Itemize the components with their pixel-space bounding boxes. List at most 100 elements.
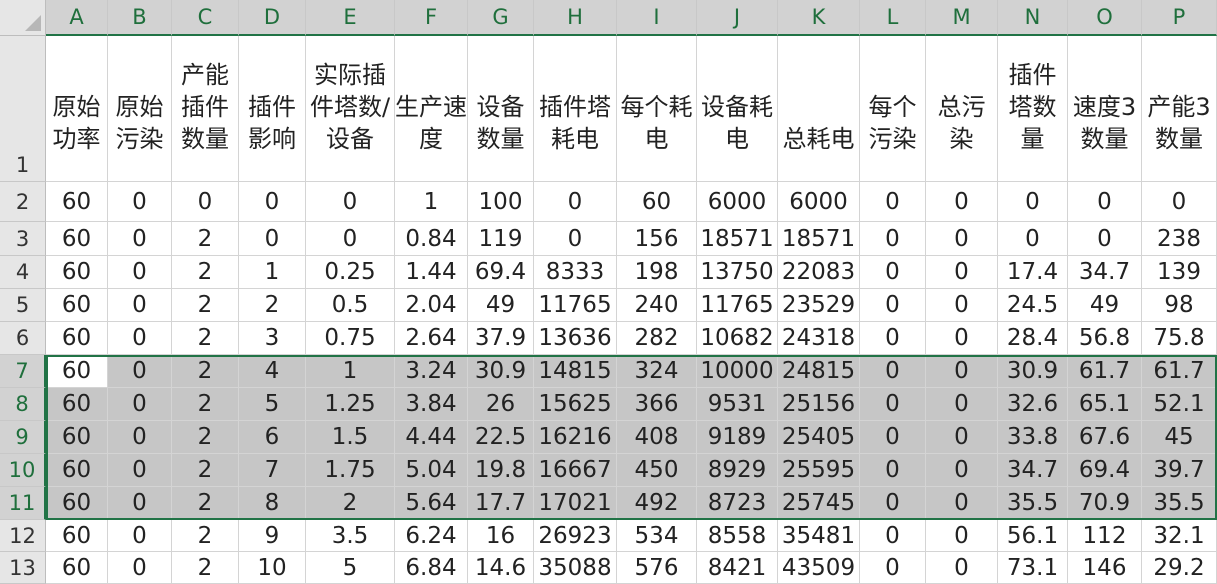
cell-b13[interactable]: 0: [108, 552, 172, 584]
cell-l12[interactable]: 0: [860, 520, 926, 552]
column-header-g[interactable]: G: [468, 0, 534, 36]
header-cell-e1[interactable]: 实际插件塔数/设备: [306, 36, 395, 182]
cell-a8[interactable]: 60: [46, 388, 108, 421]
cell-d11[interactable]: 8: [239, 487, 306, 520]
cell-a5[interactable]: 60: [46, 289, 108, 322]
cell-p10[interactable]: 39.7: [1142, 454, 1217, 487]
cell-j12[interactable]: 8558: [697, 520, 778, 552]
cell-a11[interactable]: 60: [46, 487, 108, 520]
cell-a13[interactable]: 60: [46, 552, 108, 584]
row-header-13[interactable]: 13: [0, 552, 46, 584]
row-header-9[interactable]: 9: [0, 421, 46, 454]
column-header-k[interactable]: K: [778, 0, 860, 36]
cell-l10[interactable]: 0: [860, 454, 926, 487]
cell-c12[interactable]: 2: [172, 520, 239, 552]
cell-k13[interactable]: 43509: [778, 552, 860, 584]
cell-n7[interactable]: 30.9: [998, 355, 1068, 388]
cell-p8[interactable]: 52.1: [1142, 388, 1217, 421]
cell-o8[interactable]: 65.1: [1068, 388, 1142, 421]
cell-n8[interactable]: 32.6: [998, 388, 1068, 421]
cell-c3[interactable]: 2: [172, 222, 239, 256]
cell-k12[interactable]: 35481: [778, 520, 860, 552]
cell-h5[interactable]: 11765: [534, 289, 617, 322]
header-cell-l1[interactable]: 每个污染: [860, 36, 926, 182]
row-header-4[interactable]: 4: [0, 256, 46, 289]
cell-o5[interactable]: 49: [1068, 289, 1142, 322]
header-cell-j1[interactable]: 设备耗电: [697, 36, 778, 182]
header-cell-g1[interactable]: 设备数量: [468, 36, 534, 182]
header-cell-d1[interactable]: 插件影响: [239, 36, 306, 182]
cell-g3[interactable]: 119: [468, 222, 534, 256]
cell-c9[interactable]: 2: [172, 421, 239, 454]
cell-h9[interactable]: 16216: [534, 421, 617, 454]
row-header-2[interactable]: 2: [0, 182, 46, 222]
header-cell-a1[interactable]: 原始功率: [46, 36, 108, 182]
cell-l11[interactable]: 0: [860, 487, 926, 520]
cell-k9[interactable]: 25405: [778, 421, 860, 454]
cell-m11[interactable]: 0: [926, 487, 998, 520]
cell-i7[interactable]: 324: [617, 355, 697, 388]
cell-m9[interactable]: 0: [926, 421, 998, 454]
cell-b6[interactable]: 0: [108, 322, 172, 355]
cell-d7[interactable]: 4: [239, 355, 306, 388]
cell-d4[interactable]: 1: [239, 256, 306, 289]
cell-n11[interactable]: 35.5: [998, 487, 1068, 520]
cell-e8[interactable]: 1.25: [306, 388, 395, 421]
cell-h7[interactable]: 14815: [534, 355, 617, 388]
cell-g4[interactable]: 69.4: [468, 256, 534, 289]
cell-i13[interactable]: 576: [617, 552, 697, 584]
cell-i10[interactable]: 450: [617, 454, 697, 487]
cell-l2[interactable]: 0: [860, 182, 926, 222]
column-header-p[interactable]: P: [1142, 0, 1217, 36]
header-cell-m1[interactable]: 总污染: [926, 36, 998, 182]
cell-o2[interactable]: 0: [1068, 182, 1142, 222]
cell-c5[interactable]: 2: [172, 289, 239, 322]
cell-a2[interactable]: 60: [46, 182, 108, 222]
header-cell-c1[interactable]: 产能插件数量: [172, 36, 239, 182]
cell-o9[interactable]: 67.6: [1068, 421, 1142, 454]
cell-l6[interactable]: 0: [860, 322, 926, 355]
cell-l9[interactable]: 0: [860, 421, 926, 454]
cell-j13[interactable]: 8421: [697, 552, 778, 584]
cell-k6[interactable]: 24318: [778, 322, 860, 355]
cell-p5[interactable]: 98: [1142, 289, 1217, 322]
cell-b7[interactable]: 0: [108, 355, 172, 388]
cell-a7[interactable]: 60: [46, 355, 108, 388]
cell-e2[interactable]: 0: [306, 182, 395, 222]
cell-e11[interactable]: 2: [306, 487, 395, 520]
cell-o10[interactable]: 69.4: [1068, 454, 1142, 487]
row-header-7[interactable]: 7: [0, 355, 46, 388]
cell-a6[interactable]: 60: [46, 322, 108, 355]
cell-m10[interactable]: 0: [926, 454, 998, 487]
cell-m2[interactable]: 0: [926, 182, 998, 222]
cell-b12[interactable]: 0: [108, 520, 172, 552]
column-header-d[interactable]: D: [239, 0, 306, 36]
cell-b5[interactable]: 0: [108, 289, 172, 322]
cell-i11[interactable]: 492: [617, 487, 697, 520]
cell-c7[interactable]: 2: [172, 355, 239, 388]
cell-l13[interactable]: 0: [860, 552, 926, 584]
cell-g8[interactable]: 26: [468, 388, 534, 421]
cell-d13[interactable]: 10: [239, 552, 306, 584]
cell-j4[interactable]: 13750: [697, 256, 778, 289]
cell-h3[interactable]: 0: [534, 222, 617, 256]
cell-m13[interactable]: 0: [926, 552, 998, 584]
header-cell-f1[interactable]: 生产速度: [395, 36, 468, 182]
cell-j10[interactable]: 8929: [697, 454, 778, 487]
cell-k4[interactable]: 22083: [778, 256, 860, 289]
spreadsheet-grid[interactable]: A B C D E F G H I J K L M N O P 1 2 3 4 5 6 7 8 9 10 11 12 13 原始功率 原始污…: [0, 0, 1217, 584]
cell-c2[interactable]: 0: [172, 182, 239, 222]
cell-f12[interactable]: 6.24: [395, 520, 468, 552]
cell-o7[interactable]: 61.7: [1068, 355, 1142, 388]
column-header-l[interactable]: L: [860, 0, 926, 36]
row-header-5[interactable]: 5: [0, 289, 46, 322]
cell-i9[interactable]: 408: [617, 421, 697, 454]
cell-m5[interactable]: 0: [926, 289, 998, 322]
cell-c8[interactable]: 2: [172, 388, 239, 421]
cell-g2[interactable]: 100: [468, 182, 534, 222]
cell-g13[interactable]: 14.6: [468, 552, 534, 584]
column-header-e[interactable]: E: [306, 0, 395, 36]
cell-b9[interactable]: 0: [108, 421, 172, 454]
cell-f13[interactable]: 6.84: [395, 552, 468, 584]
cell-i2[interactable]: 60: [617, 182, 697, 222]
